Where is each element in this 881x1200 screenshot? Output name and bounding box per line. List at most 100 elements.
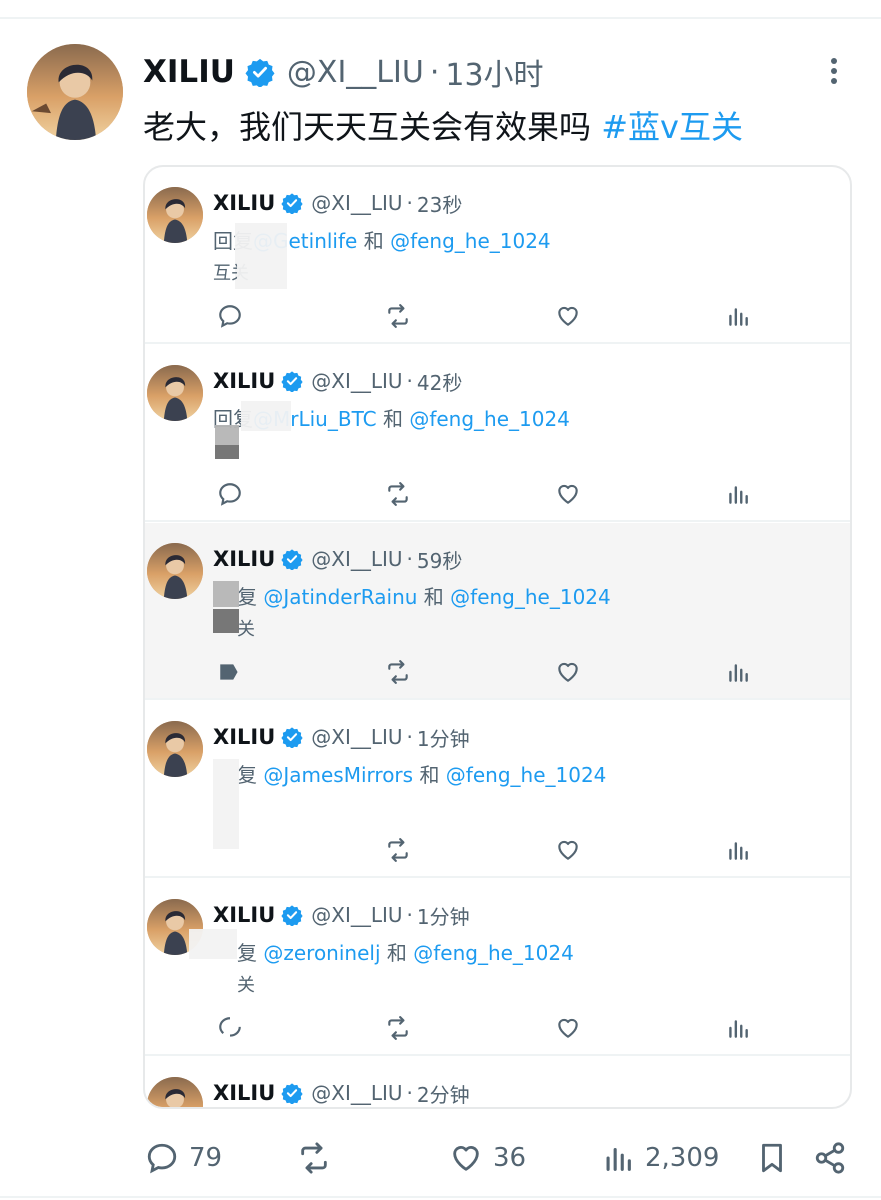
reply-views-icon[interactable] — [725, 837, 751, 863]
reply-avatar[interactable] — [147, 721, 203, 777]
reply-author-handle[interactable]: @XI__LIU — [311, 725, 402, 749]
blur-overlay — [237, 257, 267, 287]
reply-avatar[interactable] — [147, 365, 203, 421]
verified-badge-icon — [281, 370, 303, 392]
reply-author-name[interactable]: XILIU — [213, 903, 275, 927]
mention-link[interactable]: @JamesMirrors — [263, 763, 413, 787]
reply-actions — [217, 481, 757, 507]
reply-author-handle[interactable]: @XI__LIU — [311, 547, 402, 571]
and-text: 和 — [386, 941, 407, 965]
reply-item[interactable]: XILIU @XI__LIU · 1分钟 复 @zeroninelj 和 @fe… — [145, 879, 850, 1056]
reply-prefix: 复 — [237, 585, 257, 609]
reply-author-name[interactable]: XILIU — [213, 725, 275, 749]
reply-to-line: 复 @JamesMirrors 和 @feng_he_1024 — [237, 759, 606, 788]
reply-like-icon[interactable] — [555, 837, 581, 863]
bookmark-action[interactable] — [755, 1138, 789, 1178]
separator-dot: · — [406, 903, 413, 927]
more-dots-icon[interactable] — [822, 54, 846, 88]
mention-link[interactable]: @feng_he_1024 — [409, 407, 570, 431]
tweet-header: XILIU @XI__LIU · 13小时 — [143, 50, 544, 94]
reply-avatar[interactable] — [147, 187, 203, 243]
hashtag-link[interactable]: #蓝v互关 — [601, 108, 743, 146]
retweet-icon — [301, 1142, 327, 1174]
reply-author-handle[interactable]: @XI__LIU — [311, 369, 402, 393]
reply-item[interactable]: XILIU @XI__LIU · 23秒 回复@Getinlife 和 @fen… — [145, 167, 850, 344]
bottom-divider — [0, 1196, 881, 1198]
reply-views-icon[interactable] — [725, 1015, 751, 1041]
reply-header: XILIU @XI__LIU · 59秒 — [213, 545, 462, 573]
reply-to-line: 复 @zeroninelj 和 @feng_he_1024 — [237, 937, 574, 966]
views-action[interactable]: 2,309 — [601, 1138, 719, 1178]
mention-link[interactable]: @zeroninelj — [263, 941, 380, 965]
reply-comment-icon[interactable] — [217, 481, 243, 507]
reply-like-icon[interactable] — [555, 1015, 581, 1041]
share-action[interactable] — [813, 1138, 847, 1178]
like-action[interactable]: 36 — [449, 1138, 526, 1178]
replies-card[interactable]: XILIU @XI__LIU · 23秒 回复@Getinlife 和 @fen… — [143, 165, 852, 1109]
reply-time[interactable]: 42秒 — [417, 367, 462, 396]
reply-views-icon[interactable] — [725, 303, 751, 329]
reply-count: 79 — [189, 1143, 223, 1173]
reply-retweet-icon[interactable] — [385, 1015, 411, 1041]
like-count: 36 — [493, 1143, 527, 1173]
reply-author-name[interactable]: XILIU — [213, 1081, 275, 1105]
reply-author-handle[interactable]: @XI__LIU — [311, 903, 402, 927]
reply-retweet-icon[interactable] — [385, 303, 411, 329]
reply-author-handle[interactable]: @XI__LIU — [311, 191, 402, 215]
reply-like-icon[interactable] — [555, 303, 581, 329]
reply-time[interactable]: 59秒 — [417, 545, 462, 574]
reply-actions — [217, 303, 757, 329]
reply-time[interactable]: 1分钟 — [417, 901, 470, 930]
reply-item[interactable]: XILIU @XI__LIU · 1分钟 复 @JamesMirrors 和 @… — [145, 701, 850, 878]
separator-dot: · — [406, 725, 413, 749]
reply-avatar[interactable] — [147, 543, 203, 599]
reply-header: XILIU @XI__LIU · 42秒 — [213, 367, 462, 395]
reply-retweet-icon[interactable] — [385, 481, 411, 507]
author-name[interactable]: XILIU — [143, 54, 235, 90]
blur-overlay — [213, 759, 239, 849]
reply-actions — [217, 837, 757, 863]
reply-avatar[interactable] — [147, 1077, 203, 1107]
blur-overlay — [215, 445, 239, 459]
separator-dot: · — [406, 191, 413, 215]
mention-link[interactable]: @JatinderRainu — [263, 585, 417, 609]
reply-item[interactable]: XILIU @XI__LIU · 59秒 复 @JatinderRainu 和 … — [145, 523, 850, 700]
blur-overlay — [241, 401, 291, 431]
tweet-time[interactable]: 13小时 — [445, 50, 543, 94]
author-avatar[interactable] — [27, 44, 123, 140]
reply-views-icon[interactable] — [725, 481, 751, 507]
reply-time[interactable]: 2分钟 — [417, 1079, 470, 1108]
reply-to-line: 复 @JatinderRainu 和 @feng_he_1024 — [237, 581, 611, 610]
reply-comment-icon[interactable] — [217, 659, 243, 685]
reply-comment-icon[interactable] — [217, 1015, 243, 1041]
reply-comment-icon[interactable] — [217, 303, 243, 329]
and-text: 和 — [423, 585, 444, 609]
reply-views-icon[interactable] — [725, 659, 751, 685]
verified-badge-icon — [281, 726, 303, 748]
reply-action[interactable]: 79 — [145, 1138, 222, 1178]
reply-time[interactable]: 23秒 — [417, 189, 462, 218]
avatar-image — [27, 44, 123, 140]
tweet-text: 老大，我们天天互关会有效果吗 #蓝v互关 — [143, 102, 743, 148]
reply-like-icon[interactable] — [555, 481, 581, 507]
reply-time[interactable]: 1分钟 — [417, 723, 470, 752]
reply-author-name[interactable]: XILIU — [213, 369, 275, 393]
verified-badge-icon — [281, 904, 303, 926]
mention-link[interactable]: @feng_he_1024 — [390, 229, 551, 253]
reply-item[interactable]: XILIU @XI__LIU · 2分钟 — [145, 1057, 850, 1108]
mention-link[interactable]: @feng_he_1024 — [450, 585, 611, 609]
blur-overlay — [213, 581, 239, 607]
reply-author-name[interactable]: XILIU — [213, 191, 275, 215]
reply-item[interactable]: XILIU @XI__LIU · 42秒 回复@MrLiu_BTC 和 @fen… — [145, 345, 850, 522]
reply-author-name[interactable]: XILIU — [213, 547, 275, 571]
author-handle[interactable]: @XI__LIU — [287, 55, 424, 90]
reply-retweet-icon[interactable] — [385, 659, 411, 685]
reply-author-handle[interactable]: @XI__LIU — [311, 1081, 402, 1105]
blur-overlay — [213, 609, 239, 633]
reply-retweet-icon[interactable] — [385, 837, 411, 863]
and-text: 和 — [419, 763, 440, 787]
mention-link[interactable]: @feng_he_1024 — [446, 763, 607, 787]
mention-link[interactable]: @feng_he_1024 — [413, 941, 574, 965]
retweet-action[interactable] — [297, 1138, 331, 1178]
reply-like-icon[interactable] — [555, 659, 581, 685]
